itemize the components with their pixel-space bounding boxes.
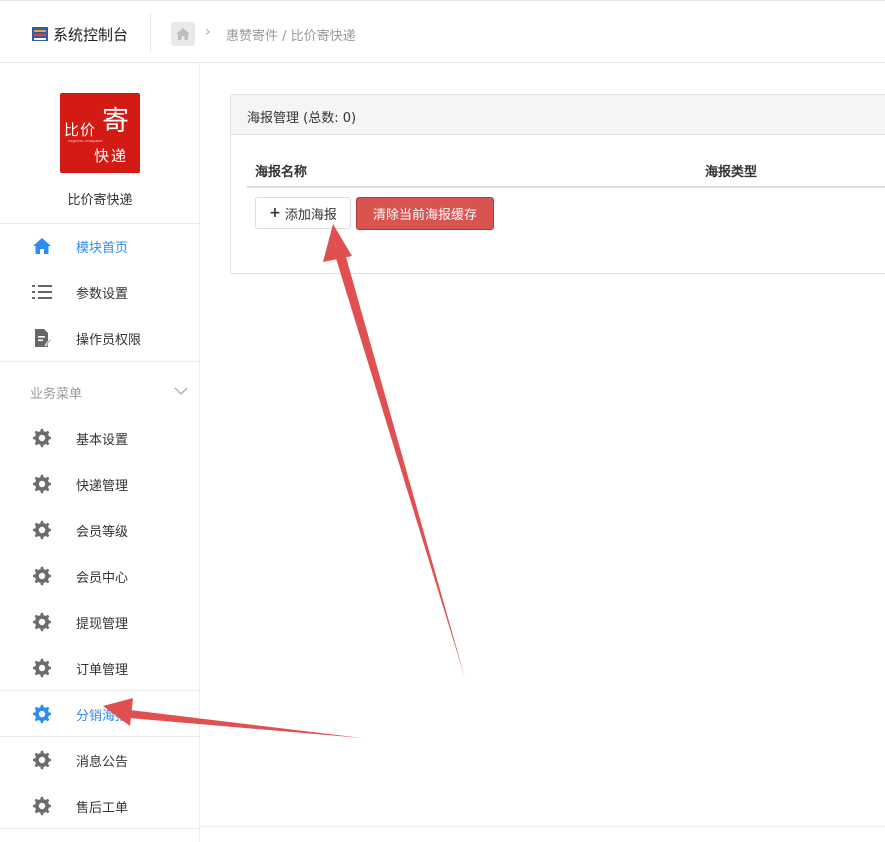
gear-icon xyxy=(31,749,53,771)
list-icon xyxy=(31,281,53,303)
home-icon xyxy=(176,28,190,40)
sidebar-item-8[interactable]: 消息公告 xyxy=(0,737,200,783)
home-icon xyxy=(31,235,53,257)
sidebar-divider xyxy=(0,828,200,829)
shop-logo: 比价 寄 express compare 快递 xyxy=(60,93,140,173)
breadcrumb-chevron-icon: › xyxy=(205,24,211,40)
sidebar-item-label: 参数设置 xyxy=(76,287,129,302)
sidebar-divider xyxy=(0,361,200,362)
menu-section-title: 业务菜单 xyxy=(30,387,83,402)
sidebar-item-label: 基本设置 xyxy=(76,433,129,448)
app-title: 系统控制台 xyxy=(53,25,129,44)
column-header-poster-name: 海报名称 xyxy=(255,165,308,180)
sidebar-item-label: 消息公告 xyxy=(76,755,129,770)
annotation-arrow-to-add-button xyxy=(334,250,465,678)
sidebar-item-2[interactable]: 快递管理 xyxy=(0,461,200,507)
clear-poster-cache-button[interactable]: 清除当前海报缓存 xyxy=(356,197,494,230)
clear-poster-cache-label: 清除当前海报缓存 xyxy=(372,208,477,223)
plus-icon: + xyxy=(269,205,281,221)
gear-icon xyxy=(31,519,53,541)
header-divider xyxy=(150,14,151,52)
sidebar-item-3[interactable]: 会员等级 xyxy=(0,507,200,553)
chevron-down-icon[interactable] xyxy=(174,381,188,400)
breadcrumb[interactable]: 惠赞寄件 / 比价寄快递 xyxy=(226,25,356,44)
add-poster-button[interactable]: + 添加海报 xyxy=(255,197,351,229)
shop-name: 比价寄快递 xyxy=(67,193,133,208)
gear-icon xyxy=(31,565,53,587)
sidebar-item-label: 会员等级 xyxy=(76,525,129,540)
panel-title: 海报管理 (总数: 0) xyxy=(247,111,357,126)
sidebar-item-parameter-settings[interactable]: 参数设置 xyxy=(0,269,200,315)
sidebar-item-1[interactable]: 基本设置 xyxy=(0,415,200,461)
gear-icon xyxy=(31,611,53,633)
sidebar-item-module-home[interactable]: 模块首页 xyxy=(0,223,200,269)
gear-icon xyxy=(31,703,53,725)
sidebar-item-label: 快递管理 xyxy=(76,479,129,494)
gear-icon xyxy=(31,427,53,449)
app-brand[interactable]: 系统控制台 xyxy=(31,23,128,45)
panel-header: 海报管理 (总数: 0) xyxy=(231,95,885,135)
sidebar: 比价 寄 express compare 快递 比价寄快递 模块首页 参数设置 xyxy=(0,63,200,842)
column-header-poster-type: 海报类型 xyxy=(705,165,758,180)
sidebar-item-label: 模块首页 xyxy=(76,241,129,256)
sidebar-item-operator-permissions[interactable]: 操作员权限 xyxy=(0,315,200,361)
poster-management-panel: 海报管理 (总数: 0) 海报名称 海报类型 + 添加海报 清除当前海报缓存 xyxy=(230,94,885,274)
sidebar-divider xyxy=(0,690,200,691)
sidebar-item-6[interactable]: 订单管理 xyxy=(0,645,200,691)
footer-divider xyxy=(200,826,885,827)
sidebar-item-7[interactable]: 分销海报 xyxy=(0,691,200,737)
sidebar-item-label: 订单管理 xyxy=(76,663,129,678)
sidebar-item-label: 售后工单 xyxy=(76,801,129,816)
document-edit-icon xyxy=(31,327,53,349)
add-poster-label: 添加海报 xyxy=(284,207,337,223)
gear-icon xyxy=(31,657,53,679)
home-button[interactable] xyxy=(171,22,195,46)
sidebar-item-5[interactable]: 提现管理 xyxy=(0,599,200,645)
sidebar-item-label: 分销海报 xyxy=(76,709,129,724)
sidebar-divider xyxy=(0,736,200,737)
gear-icon xyxy=(31,473,53,495)
table-header-divider xyxy=(247,186,885,188)
sidebar-item-label: 会员中心 xyxy=(76,571,129,586)
top-bar: 系统控制台 › 惠赞寄件 / 比价寄快递 xyxy=(0,0,885,63)
sidebar-item-label: 操作员权限 xyxy=(76,333,142,348)
console-logo-icon xyxy=(32,27,48,41)
sidebar-item-4[interactable]: 会员中心 xyxy=(0,553,200,599)
sidebar-item-9[interactable]: 售后工单 xyxy=(0,783,200,829)
sidebar-item-label: 提现管理 xyxy=(76,617,129,632)
gear-icon xyxy=(31,795,53,817)
